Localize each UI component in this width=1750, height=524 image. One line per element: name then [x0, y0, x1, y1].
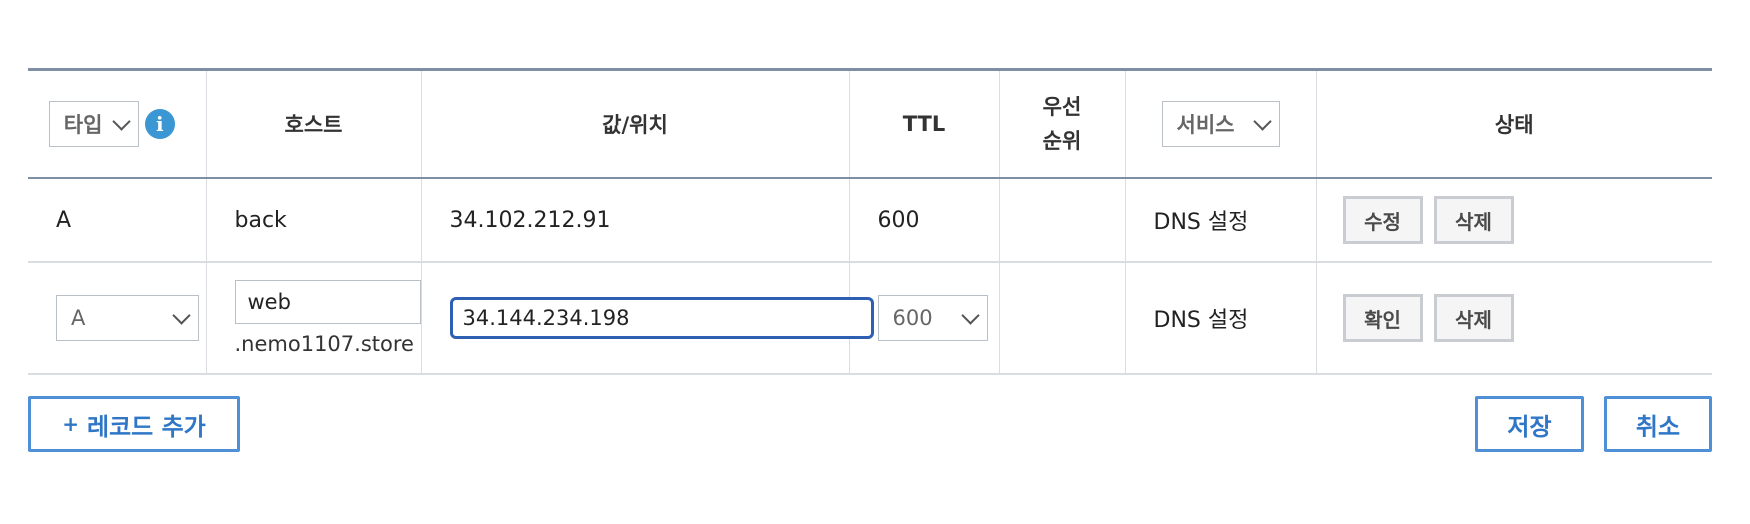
table-header: 타입 i 호스트 값/위치 TTL 우선 순위 서비스 상태 — [28, 69, 1712, 179]
type-select[interactable]: A — [56, 295, 199, 341]
header-status: 상태 — [1315, 69, 1712, 179]
ttl-select-value: 600 — [892, 306, 933, 330]
cell-priority — [998, 178, 1125, 263]
service-filter-label: 서비스 — [1176, 113, 1235, 137]
cell-priority — [998, 262, 1125, 375]
cell-service: DNS 설정 — [1124, 262, 1316, 375]
cell-type: A — [28, 262, 206, 375]
header-service: 서비스 — [1124, 69, 1316, 179]
type-filter-label: 타입 — [63, 113, 103, 137]
cell-host: back — [205, 178, 421, 263]
cell-service: DNS 설정 — [1124, 178, 1316, 263]
cell-host: .nemo1107.store — [205, 262, 421, 375]
add-record-label: 레코드 추가 — [87, 412, 206, 441]
cell-status: 수정 삭제 — [1315, 178, 1712, 263]
header-type: 타입 i — [28, 69, 206, 179]
service-filter-select[interactable]: 서비스 — [1161, 101, 1280, 147]
plus-icon: + — [62, 412, 79, 436]
delete-button[interactable]: 삭제 — [1433, 196, 1514, 244]
table-row-editing: A .nemo1107.store 600 DNS 설정 확인 — [28, 262, 1712, 375]
type-filter-select[interactable]: 타입 — [48, 101, 139, 147]
cell-ttl: 600 — [848, 178, 999, 263]
confirm-button[interactable]: 확인 — [1342, 294, 1423, 342]
cell-value: 34.102.212.91 — [420, 178, 849, 263]
header-host: 호스트 — [205, 69, 421, 179]
save-button[interactable]: 저장 — [1475, 396, 1584, 452]
ttl-select[interactable]: 600 — [877, 295, 988, 341]
domain-suffix: .nemo1107.store — [234, 332, 414, 356]
header-priority-line1: 우선 — [1042, 95, 1082, 119]
type-select-value: A — [71, 306, 86, 330]
value-input[interactable] — [449, 297, 874, 339]
chevron-down-icon — [172, 305, 191, 325]
host-input[interactable] — [234, 280, 421, 324]
add-record-button[interactable]: + 레코드 추가 — [28, 396, 240, 452]
header-priority: 우선 순위 — [998, 69, 1125, 179]
chevron-down-icon — [112, 111, 131, 131]
dns-record-table: 타입 i 호스트 값/위치 TTL 우선 순위 서비스 상태 A back 34… — [28, 68, 1712, 375]
cell-status: 확인 삭제 — [1315, 262, 1712, 375]
header-value: 값/위치 — [420, 69, 849, 179]
header-ttl: TTL — [848, 69, 999, 179]
cell-type: A — [28, 178, 206, 263]
cancel-button[interactable]: 취소 — [1604, 396, 1712, 452]
delete-button[interactable]: 삭제 — [1433, 294, 1514, 342]
info-icon[interactable]: i — [144, 109, 175, 139]
cell-value — [420, 262, 874, 375]
table-row: A back 34.102.212.91 600 DNS 설정 수정 삭제 — [28, 178, 1712, 263]
records-table: 타입 i 호스트 값/위치 TTL 우선 순위 서비스 상태 A back 34… — [28, 68, 1712, 375]
chevron-down-icon — [960, 305, 980, 325]
chevron-down-icon — [1252, 111, 1272, 131]
header-priority-line2: 순위 — [1042, 129, 1082, 153]
edit-button[interactable]: 수정 — [1342, 196, 1423, 244]
